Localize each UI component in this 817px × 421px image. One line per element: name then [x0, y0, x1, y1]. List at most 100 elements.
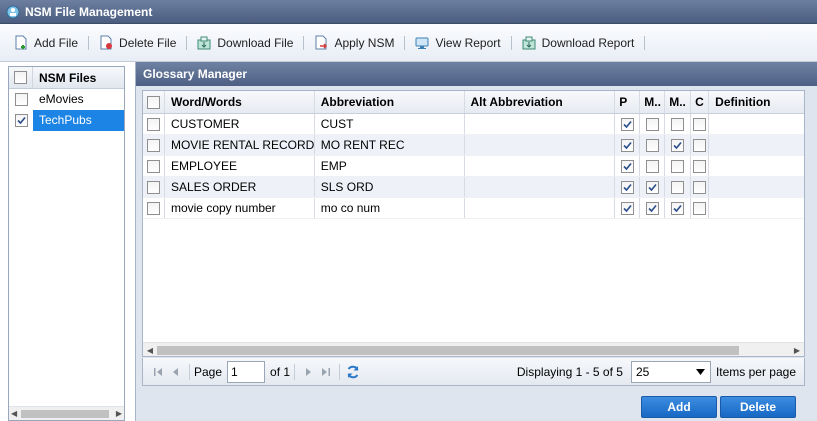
m1-checkbox[interactable]	[645, 138, 659, 152]
scrollbar-thumb[interactable]	[21, 410, 109, 418]
p-checkbox[interactable]	[620, 201, 634, 215]
table-row[interactable]: EMPLOYEE EMP	[143, 156, 804, 177]
scroll-left-arrow-icon[interactable]: ◀	[143, 343, 157, 357]
file-checkbox[interactable]	[14, 93, 28, 106]
word-cell: EMPLOYEE	[165, 156, 315, 176]
add-button[interactable]: Add	[641, 396, 717, 418]
select-all-rows-checkbox[interactable]	[146, 95, 160, 109]
m2-checkbox[interactable]	[671, 180, 685, 194]
delete-button[interactable]: Delete	[720, 396, 796, 418]
delete-file-button[interactable]: Delete File	[95, 32, 180, 54]
column-header-m2[interactable]: M..	[665, 91, 692, 113]
next-page-icon[interactable]	[299, 363, 317, 381]
glossary-manager-panel: Glossary Manager Word/Words Abbreviation…	[135, 62, 817, 421]
column-header-definition[interactable]: Definition	[709, 91, 804, 113]
glossary-manager-title: Glossary Manager	[136, 62, 817, 86]
refresh-icon[interactable]	[344, 363, 362, 381]
word-cell: movie copy number	[165, 198, 315, 218]
nsm-file-label: TechPubs	[33, 110, 124, 131]
last-page-icon[interactable]	[317, 363, 335, 381]
nsm-files-horizontal-scrollbar[interactable]: ◀ ▶	[9, 406, 124, 420]
table-row[interactable]: MOVIE RENTAL RECORD MO RENT REC	[143, 135, 804, 156]
scroll-right-arrow-icon[interactable]: ▶	[116, 409, 122, 418]
abbreviation-cell: SLS ORD	[315, 177, 465, 197]
table-row[interactable]: movie copy number mo co num	[143, 198, 804, 219]
pager-separator	[189, 363, 190, 380]
row-select-checkbox[interactable]	[146, 159, 160, 173]
abbreviation-cell: mo co num	[315, 198, 465, 218]
view-report-icon	[415, 37, 429, 49]
row-select-checkbox[interactable]	[146, 138, 160, 152]
toolbar-separator	[186, 35, 188, 50]
column-header-m1[interactable]: M..	[640, 91, 666, 113]
page-count-label: of 1	[270, 364, 291, 379]
add-file-button[interactable]: Add File	[10, 32, 82, 54]
first-page-icon[interactable]	[149, 363, 167, 381]
definition-cell	[709, 114, 804, 134]
row-select-checkbox[interactable]	[146, 180, 160, 194]
column-header-c[interactable]: C	[691, 91, 710, 113]
nsm-files-header-label: NSM Files	[39, 70, 97, 85]
download-report-button[interactable]: Download Report	[518, 32, 639, 54]
p-checkbox[interactable]	[620, 180, 634, 194]
scroll-right-arrow-icon[interactable]: ▶	[790, 343, 804, 357]
scroll-left-arrow-icon[interactable]: ◀	[11, 409, 17, 418]
scrollbar-thumb[interactable]	[157, 346, 739, 355]
c-checkbox[interactable]	[693, 201, 707, 215]
column-header-abbreviation[interactable]: Abbreviation	[315, 91, 465, 113]
row-select-checkbox[interactable]	[146, 117, 160, 131]
previous-page-icon[interactable]	[167, 363, 185, 381]
window-title: NSM File Management	[25, 4, 153, 19]
m2-checkbox[interactable]	[671, 138, 685, 152]
page-label: Page	[194, 364, 223, 379]
window-title-bar: NSM File Management	[0, 0, 817, 24]
c-checkbox[interactable]	[693, 180, 707, 194]
m2-checkbox[interactable]	[671, 117, 685, 131]
nsm-file-item-emovies[interactable]: eMovies	[9, 89, 124, 110]
abbreviation-cell: EMP	[315, 156, 465, 176]
page-number-input[interactable]	[227, 360, 266, 383]
m2-checkbox[interactable]	[671, 201, 685, 215]
grid-horizontal-scrollbar[interactable]: ◀ ▶	[143, 342, 804, 356]
table-row[interactable]: SALES ORDER SLS ORD	[143, 177, 804, 198]
c-checkbox[interactable]	[693, 159, 707, 173]
m1-checkbox[interactable]	[645, 159, 659, 173]
items-per-page-label: Items per page	[715, 364, 796, 379]
dropdown-arrow-icon[interactable]	[692, 362, 710, 382]
p-checkbox[interactable]	[620, 117, 634, 131]
alt-abbreviation-cell	[465, 114, 616, 134]
toolbar: Add File Delete File Download File Apply…	[0, 24, 817, 62]
download-file-button[interactable]: Download File	[193, 32, 297, 54]
c-checkbox[interactable]	[693, 117, 707, 131]
apply-nsm-button[interactable]: Apply NSM	[310, 32, 398, 54]
row-select-checkbox[interactable]	[146, 201, 160, 215]
definition-cell	[709, 198, 804, 218]
column-header-word[interactable]: Word/Words	[165, 91, 315, 113]
c-checkbox[interactable]	[693, 138, 707, 152]
nsm-file-item-techpubs[interactable]: TechPubs	[9, 110, 124, 131]
toolbar-separator	[644, 35, 646, 50]
column-header-p[interactable]: P	[615, 91, 641, 113]
p-checkbox[interactable]	[620, 159, 634, 173]
nsm-files-header: NSM Files	[9, 67, 124, 89]
m2-checkbox[interactable]	[671, 159, 685, 173]
column-header-alt-abbreviation[interactable]: Alt Abbreviation	[465, 91, 616, 113]
word-cell: SALES ORDER	[165, 177, 315, 197]
pager-separator	[294, 363, 296, 380]
m1-checkbox[interactable]	[645, 117, 659, 131]
apply-nsm-icon	[315, 35, 328, 50]
page-size-select[interactable]: 25	[630, 360, 711, 383]
alt-abbreviation-cell	[465, 135, 616, 155]
file-checkbox[interactable]	[14, 114, 28, 127]
alt-abbreviation-cell	[465, 198, 616, 218]
apply-nsm-label: Apply NSM	[334, 35, 395, 50]
view-report-button[interactable]: View Report	[411, 32, 504, 54]
select-all-files-checkbox[interactable]	[14, 71, 27, 84]
table-row[interactable]: CUSTOMER CUST	[143, 114, 804, 135]
definition-cell	[709, 177, 804, 197]
m1-checkbox[interactable]	[645, 180, 659, 194]
grid-body: CUSTOMER CUST MOVIE RENTAL RECORD MO RENT R…	[143, 114, 804, 219]
m1-checkbox[interactable]	[645, 201, 659, 215]
nsm-files-panel: NSM Files eMovies TechPubs ◀ ▶	[8, 66, 125, 421]
p-checkbox[interactable]	[620, 138, 634, 152]
